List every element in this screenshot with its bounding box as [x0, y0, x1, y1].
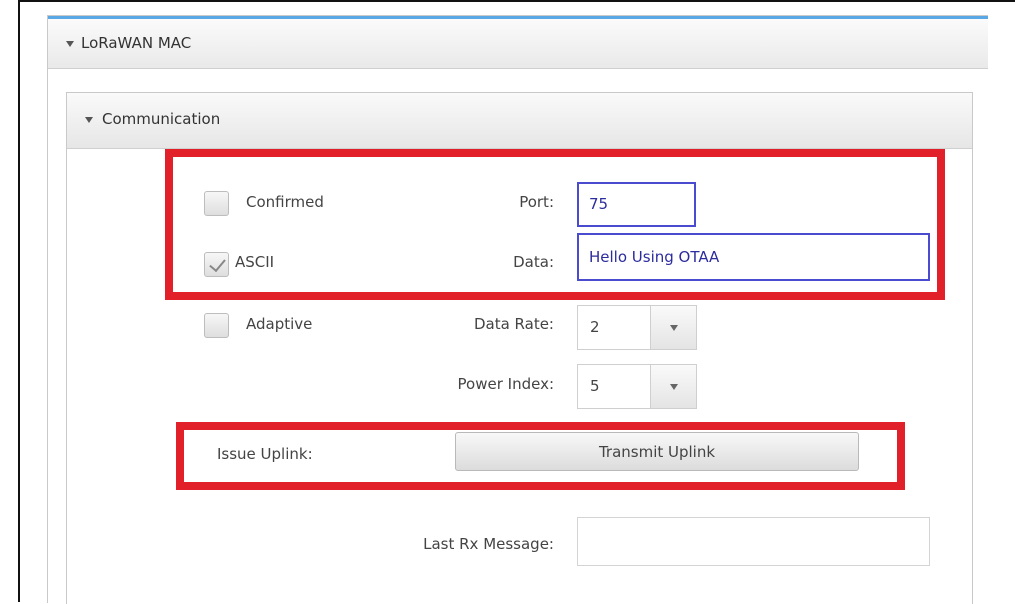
last-rx-message-input[interactable]: [577, 517, 930, 566]
power-index-dropdown-button[interactable]: [650, 365, 696, 408]
communication-panel: Communication Confirmed Port: 75 ASCII D…: [66, 92, 973, 604]
adaptive-checkbox[interactable]: [204, 313, 229, 338]
lorawan-mac-title: LoRaWAN MAC: [81, 34, 192, 52]
lorawan-mac-panel: LoRaWAN MAC Communication Confirmed Port…: [47, 15, 988, 604]
chevron-down-icon: [670, 325, 678, 331]
data-rate-value: 2: [590, 318, 600, 336]
lorawan-mac-header[interactable]: LoRaWAN MAC: [48, 16, 988, 69]
transmit-uplink-label: Transmit Uplink: [598, 442, 716, 461]
issue-uplink-label: Issue Uplink:: [217, 445, 313, 463]
communication-header[interactable]: Communication: [67, 93, 972, 149]
data-rate-dropdown-button[interactable]: [650, 306, 696, 349]
chevron-down-icon: [670, 384, 678, 390]
highlight-box-payload: [165, 149, 945, 300]
collapse-triangle-icon[interactable]: [85, 117, 93, 123]
power-index-label: Power Index:: [457, 375, 554, 393]
window-left-border: [18, 0, 20, 602]
window-top-border: [18, 0, 1015, 2]
last-rx-message-label: Last Rx Message:: [423, 535, 554, 553]
power-index-select[interactable]: 5: [577, 364, 697, 409]
power-index-value: 5: [590, 377, 600, 395]
collapse-triangle-icon[interactable]: [66, 41, 74, 47]
adaptive-label: Adaptive: [246, 315, 313, 333]
data-rate-select[interactable]: 2: [577, 305, 697, 350]
data-rate-label: Data Rate:: [473, 315, 554, 333]
transmit-uplink-button[interactable]: Transmit Uplink: [455, 432, 859, 471]
communication-title: Communication: [102, 110, 221, 128]
